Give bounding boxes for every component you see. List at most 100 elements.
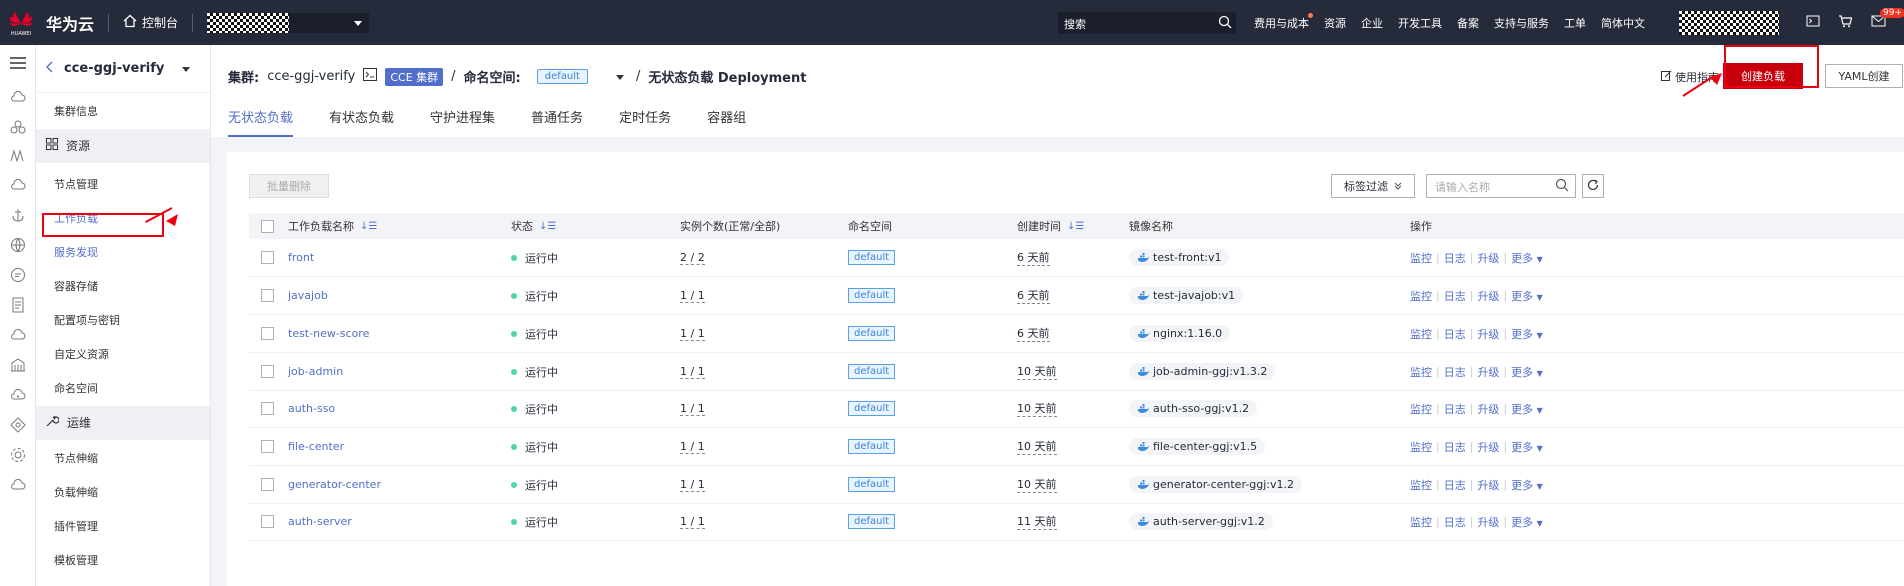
checkbox[interactable]: [261, 440, 274, 453]
monitor-link[interactable]: 监控: [1410, 250, 1432, 266]
nav-billing[interactable]: 费用与成本: [1254, 12, 1313, 31]
more-dropdown[interactable]: 更多 ▼: [1511, 439, 1543, 455]
created-time[interactable]: 11 天前: [1017, 513, 1057, 530]
created-time[interactable]: 10 天前: [1017, 476, 1057, 493]
sort-icon[interactable]: ↓☰: [1067, 221, 1084, 232]
tab-daemonsets[interactable]: 守护进程集: [430, 107, 495, 137]
row-checkbox[interactable]: [261, 353, 274, 390]
sidebar-group-resources[interactable]: 资源: [36, 129, 210, 163]
refresh-button[interactable]: [1582, 174, 1604, 198]
more-dropdown[interactable]: 更多 ▼: [1511, 401, 1543, 417]
row-checkbox[interactable]: [261, 390, 274, 427]
row-checkbox[interactable]: [261, 315, 274, 352]
logs-link[interactable]: 日志: [1444, 439, 1466, 455]
logs-link[interactable]: 日志: [1444, 250, 1466, 266]
sidebar-item-custom-resources[interactable]: 自定义资源: [36, 338, 210, 372]
sort-icon[interactable]: ↓☰: [539, 221, 556, 232]
chart-icon[interactable]: [8, 145, 28, 165]
upgrade-link[interactable]: 升级: [1477, 439, 1499, 455]
nav-language[interactable]: 简体中文: [1601, 15, 1645, 31]
terminal-icon[interactable]: [363, 68, 378, 85]
user-account-redacted[interactable]: [1679, 11, 1779, 35]
logs-link[interactable]: 日志: [1444, 364, 1466, 380]
logs-link[interactable]: 日志: [1444, 514, 1466, 530]
row-checkbox[interactable]: [261, 239, 274, 276]
monitor-link[interactable]: 监控: [1410, 401, 1432, 417]
workload-name-link[interactable]: test-new-score: [288, 315, 369, 352]
cluster-icon[interactable]: [8, 117, 28, 137]
nav-devtools[interactable]: 开发工具: [1398, 15, 1442, 31]
instance-count[interactable]: 1 / 1: [680, 515, 705, 529]
document-icon[interactable]: [8, 295, 28, 315]
sidebar-item-configmaps[interactable]: 配置项与密钥: [36, 304, 210, 338]
instance-count[interactable]: 1 / 1: [680, 440, 705, 454]
logs-link[interactable]: 日志: [1444, 326, 1466, 342]
table-row[interactable]: auth-sso 运行中 1 / 1 default 10 天前 auth-sso-ggj…: [249, 390, 1904, 428]
back-chevron-icon[interactable]: [46, 61, 54, 77]
instance-count[interactable]: 1 / 1: [680, 402, 705, 416]
cart-icon[interactable]: [1838, 14, 1853, 31]
tag-filter-button[interactable]: 标签过滤: [1331, 174, 1415, 198]
more-dropdown[interactable]: 更多 ▼: [1511, 288, 1543, 304]
col-name[interactable]: 工作负载名称 ↓☰: [288, 213, 377, 239]
row-checkbox[interactable]: [261, 503, 274, 540]
cloud-storage-icon[interactable]: [8, 175, 28, 195]
workload-name-link[interactable]: javajob: [288, 277, 328, 314]
instance-count[interactable]: 1 / 1: [680, 478, 705, 492]
terminal-icon[interactable]: [1806, 14, 1820, 31]
search-icon[interactable]: [1218, 15, 1232, 32]
upgrade-link[interactable]: 升级: [1477, 514, 1499, 530]
brand-name[interactable]: 华为云: [46, 11, 94, 35]
nav-enterprise[interactable]: 企业: [1361, 15, 1383, 31]
workload-name-link[interactable]: job-admin: [288, 353, 343, 390]
tab-jobs[interactable]: 普通任务: [531, 107, 583, 137]
instance-count[interactable]: 1 / 1: [680, 327, 705, 341]
monitor-link[interactable]: 监控: [1410, 439, 1432, 455]
sidebar-item-namespaces[interactable]: 命名空间: [36, 372, 210, 406]
checkbox[interactable]: [261, 515, 274, 528]
anchor-icon[interactable]: [8, 205, 28, 225]
nav-filing[interactable]: 备案: [1457, 15, 1479, 31]
monitor-link[interactable]: 监控: [1410, 364, 1432, 380]
yaml-create-button[interactable]: YAML创建: [1825, 64, 1903, 88]
console-link[interactable]: 控制台: [123, 14, 178, 31]
nav-tickets[interactable]: 工单: [1564, 15, 1586, 31]
target-icon[interactable]: [8, 415, 28, 435]
cloud-icon[interactable]: [8, 87, 28, 107]
logs-link[interactable]: 日志: [1444, 477, 1466, 493]
sidebar-item-nodes[interactable]: 节点管理: [36, 168, 210, 202]
workload-name-link[interactable]: generator-center: [288, 466, 381, 503]
sidebar-item-workload-scaling[interactable]: 负载伸缩: [36, 476, 210, 510]
cluster-switcher[interactable]: cce-ggj-verify: [36, 45, 210, 93]
workload-name-link[interactable]: auth-sso: [288, 390, 335, 427]
created-time[interactable]: 10 天前: [1017, 400, 1057, 417]
checkbox[interactable]: [261, 365, 274, 378]
monitor-link[interactable]: 监控: [1410, 326, 1432, 342]
upgrade-link[interactable]: 升级: [1477, 288, 1499, 304]
sidebar-group-ops[interactable]: 运维: [36, 406, 210, 440]
instance-count[interactable]: 1 / 1: [680, 289, 705, 303]
col-created[interactable]: 创建时间 ↓☰: [1017, 213, 1084, 239]
settings-icon[interactable]: [8, 445, 28, 465]
huawei-logo-icon[interactable]: HUAWEI: [6, 8, 36, 38]
table-row[interactable]: front 运行中 2 / 2 default 6 天前 test-front:v1 监控 |…: [249, 239, 1904, 277]
checkbox[interactable]: [261, 478, 274, 491]
region-dropdown[interactable]: [289, 12, 370, 33]
bulk-delete-button[interactable]: 批量删除: [249, 174, 329, 198]
nav-resources[interactable]: 资源: [1324, 15, 1346, 31]
table-row[interactable]: file-center 运行中 1 / 1 default 10 天前 file-cent…: [249, 428, 1904, 466]
sidebar-item-addons[interactable]: 插件管理: [36, 510, 210, 544]
checkbox[interactable]: [261, 402, 274, 415]
workload-name-link[interactable]: front: [288, 239, 314, 276]
checkbox[interactable]: [261, 289, 274, 302]
more-dropdown[interactable]: 更多 ▼: [1511, 514, 1543, 530]
sidebar-item-cluster-info[interactable]: 集群信息: [36, 95, 210, 129]
cloud-cog-icon[interactable]: [8, 385, 28, 405]
table-row[interactable]: javajob 运行中 1 / 1 default 6 天前 test-javajob:v…: [249, 277, 1904, 315]
cloud-service-icon[interactable]: [8, 325, 28, 345]
workload-name-link[interactable]: auth-server: [288, 503, 352, 540]
workload-name-link[interactable]: file-center: [288, 428, 344, 465]
table-row[interactable]: test-new-score 运行中 1 / 1 default 6 天前 nginx:1…: [249, 315, 1904, 353]
created-time[interactable]: 6 天前: [1017, 287, 1050, 304]
more-dropdown[interactable]: 更多 ▼: [1511, 477, 1543, 493]
